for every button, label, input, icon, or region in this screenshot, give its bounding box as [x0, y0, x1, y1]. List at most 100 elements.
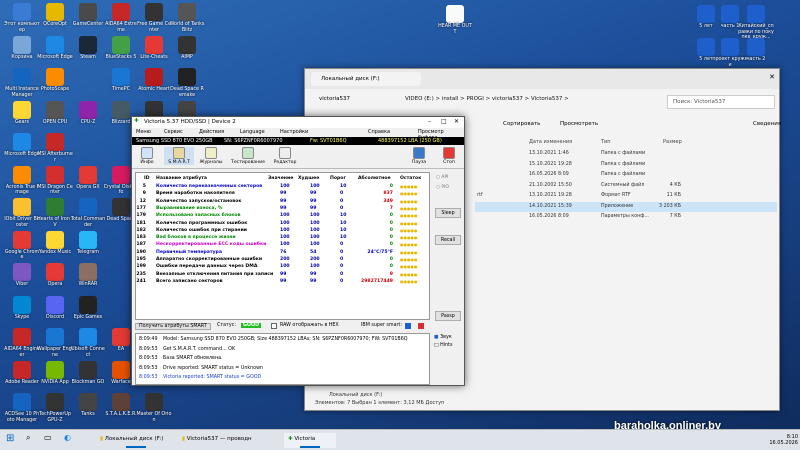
desktop-icon[interactable]: Adobe Reader — [4, 360, 40, 395]
clock[interactable]: 8:10 16.05.2026 — [748, 433, 798, 448]
desktop-icon[interactable]: QCoreOpt — [37, 3, 73, 37]
details-button[interactable]: Сведения — [753, 121, 781, 127]
desktop-icon[interactable]: World of Tanks Blitz — [169, 3, 205, 37]
file-row[interactable]: 16.05.2026 8:09 Папка с файлами — [475, 170, 777, 180]
close-icon[interactable]: ✕ — [769, 73, 775, 81]
taskbar-victoria-folder[interactable]: ▮ Victoria537 — проводн — [178, 433, 270, 448]
radio-pio[interactable]: ○ PIO — [436, 185, 449, 190]
smart-row[interactable]: 241 Всего записано секторов 99 99 0 298271744… — [136, 278, 429, 285]
desktop-icon[interactable]: Opera — [37, 263, 73, 297]
desktop-icon[interactable]: Ubisoft Connect — [70, 328, 106, 362]
desktop-icon[interactable]: Master Of Orion — [136, 393, 172, 427]
smart-row[interactable]: 181 Количество программных ошибок 100 100 10… — [136, 220, 429, 227]
radio-api[interactable]: ○ API — [436, 175, 448, 180]
desktop-icon[interactable]: NVIDIA App — [37, 360, 73, 395]
minimize-icon[interactable]: – — [428, 118, 431, 125]
desktop-icon[interactable]: TimePC — [103, 68, 139, 102]
desktop-icon[interactable]: Skype — [4, 295, 40, 330]
taskbar-explorer[interactable]: ▮ Локальный диск (F:) — [96, 433, 180, 448]
desktop-icon[interactable]: Viber — [4, 263, 40, 297]
sound-checkbox[interactable]: ■ Звук — [434, 335, 452, 340]
desktop-icon[interactable]: PhotoScape — [37, 68, 73, 102]
smart-row[interactable]: 179 Использовано запасных блоков 100 100 10 0… — [136, 212, 429, 219]
desktop-icon[interactable]: Discord — [37, 295, 73, 330]
smart-row[interactable]: 177 Выравнивание износа, % 99 99 0 7 ●●●●● — [136, 205, 429, 212]
desktop-icon[interactable]: Multi Instance Manager — [4, 68, 40, 102]
smart-row[interactable]: 199 Ошибки передачи данных через DMA 100 10… — [136, 263, 429, 270]
file-row[interactable]: 14.10.2021 15:39 Приложение 3 203 КБ — [475, 201, 777, 212]
desktop-icon[interactable]: Wallpaper Engine — [37, 328, 73, 362]
desktop-icon[interactable]: MSI Afterburner — [37, 133, 73, 167]
desktop-icon[interactable]: Epic Games — [70, 295, 106, 330]
maximize-icon[interactable]: □ — [441, 118, 447, 125]
desktop-icon[interactable]: GameCenter — [70, 3, 106, 37]
file-row[interactable]: 15.10.2021 19:28 Папка с файлами — [475, 160, 777, 170]
menu-item[interactable]: Меню — [136, 129, 151, 135]
desktop-icon[interactable]: Hearts of Iron IV — [37, 198, 73, 232]
desktop-icon[interactable]: BlueStacks 5 — [103, 35, 139, 70]
smart-row[interactable]: 182 Количество ошибок при стирании 100 100 1… — [136, 227, 429, 234]
recall-button[interactable]: Recall — [435, 235, 461, 245]
desktop-icon[interactable]: Blockman GO — [70, 360, 106, 395]
desktop-icon[interactable]: IObit Driver Booster — [4, 198, 40, 232]
header-size[interactable]: Размер — [663, 139, 682, 145]
tab-editor[interactable]: Редактор — [270, 147, 300, 165]
edge-icon[interactable]: ◐ — [64, 433, 78, 448]
desktop-icon[interactable]: AIMP — [169, 35, 205, 70]
desktop-icon[interactable]: TechPowerUp GPU-Z — [37, 393, 73, 427]
tab-logs[interactable]: Журналы — [196, 147, 226, 165]
menu-item[interactable]: Действия — [199, 129, 224, 135]
desktop-icon[interactable]: Dead Space Remake — [169, 68, 205, 102]
breadcrumb[interactable]: VIDEO (E:) > install > PROGI > victoria5… — [405, 96, 569, 102]
sleep-button[interactable]: Sleep — [435, 208, 461, 218]
desktop-icon[interactable]: Acronis True Image — [4, 165, 40, 200]
desktop-icon[interactable]: OPEN CPU — [37, 100, 73, 135]
search-icon[interactable]: ⌕ — [26, 433, 40, 448]
view-button[interactable]: Просмотреть — [560, 121, 598, 127]
smart-row[interactable]: 12 Количество запусков/остановок 99 99 0 349 ●… — [136, 198, 429, 205]
smart-row[interactable]: 5 Количество переназначенных секторов 100 1… — [136, 183, 429, 190]
explorer-search-input[interactable]: Поиск: Victoria537 — [667, 95, 775, 109]
explorer-tab[interactable]: Локальный диск (F:) — [311, 72, 421, 86]
file-row[interactable]: 21.10.2002 15:50 Системный файл 4 КБ — [475, 181, 777, 191]
desktop-icon[interactable]: AIDA64 Extreme — [103, 3, 139, 37]
task-view-icon[interactable]: ▭ — [44, 433, 58, 448]
taskbar-victoria[interactable]: ✚ Victoria — [284, 433, 336, 448]
tab-testing[interactable]: Тестирование — [228, 147, 268, 165]
desktop-icon[interactable]: Google Chrome — [4, 230, 40, 265]
desktop-icon[interactable]: Atomic Heart — [136, 68, 172, 102]
desktop-icon[interactable]: Gears — [4, 100, 40, 135]
smart-row[interactable]: 235 Внезапные отключения питания при запи… — [136, 271, 429, 278]
header-type[interactable]: Тип — [601, 139, 611, 145]
desktop-icon[interactable]: Total Commander — [70, 198, 106, 232]
desktop-icon[interactable]: Steam — [70, 35, 106, 70]
smart-row[interactable]: 9 Время наработки накопителя 99 99 0 837 ●●●●● — [136, 190, 429, 197]
desktop-icon[interactable]: Корзина — [4, 35, 40, 70]
file-row[interactable]: 13.10.2021 1:46 Папка с файлами — [475, 149, 777, 159]
menu-item[interactable]: Справка — [368, 129, 390, 135]
sidebar-item-drive-f[interactable]: Локальный диск (F:) — [329, 392, 382, 398]
smart-row[interactable]: 190 Первичный температура 76 54 0 24°C/75°F ●●… — [136, 249, 429, 256]
desktop-icon[interactable]: S.T.A.L.K.E.R. — [103, 393, 139, 427]
desktop-icon[interactable]: ACDSee 10 Photo Manager — [4, 393, 40, 427]
close-icon[interactable]: ✕ — [454, 118, 459, 125]
desktop-icon[interactable]: Opera GX — [70, 165, 106, 200]
desktop-icon[interactable]: Этот компьютер — [4, 3, 40, 37]
desktop-icon[interactable]: Microsoft Edge — [4, 133, 40, 167]
desktop-icon[interactable]: CPU-Z — [70, 100, 106, 135]
desktop-icon[interactable]: AIDA64 Engineer — [4, 328, 40, 362]
desktop-icon[interactable]: Lite-Cheats — [136, 35, 172, 70]
stop-button[interactable]: Стоп — [434, 147, 464, 165]
smart-row[interactable]: 183 Bad блоков в процессе жизни 100 100 10 0 ●… — [136, 234, 429, 241]
tab-smart[interactable]: S.M.A.R.T — [164, 147, 194, 165]
header-date[interactable]: Дата изменения — [529, 139, 572, 145]
desktop-icon[interactable]: Китайский_справки по покупке_круж... — [738, 5, 774, 40]
desktop-icon[interactable]: Tanks — [70, 393, 106, 427]
desktop-icon[interactable]: часть 2 — [738, 38, 774, 72]
desktop-icon[interactable]: Yandex Music — [37, 230, 73, 265]
file-row[interactable]: rtf 13.10.2021 19:28 Формат RTF 11 КБ — [475, 191, 777, 201]
menu-item[interactable]: Сервис — [164, 129, 183, 135]
passp-button[interactable]: Passp — [435, 311, 461, 321]
sort-button[interactable]: Сортировать — [503, 121, 540, 127]
desktop-icon[interactable]: Free Game Center — [136, 3, 172, 37]
